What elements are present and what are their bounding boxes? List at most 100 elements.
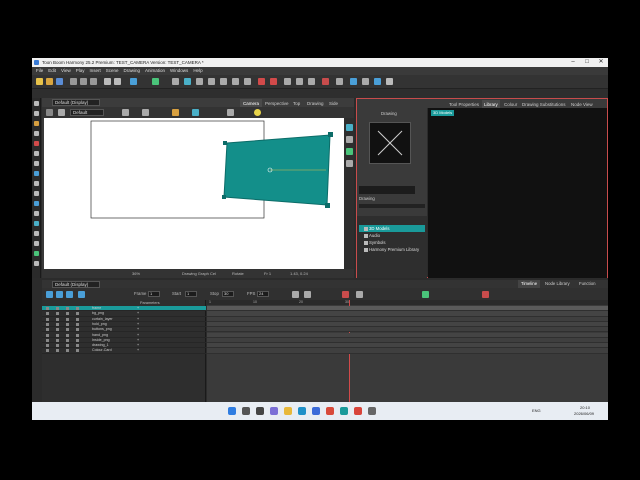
first-frame-icon[interactable] (46, 291, 53, 298)
layer-toggle-icon[interactable] (46, 349, 49, 353)
control-point[interactable] (328, 132, 333, 137)
layer-toggle-icon[interactable] (56, 322, 59, 326)
clock-time[interactable]: 20:10 (580, 405, 590, 410)
layer-toggle-icon[interactable] (66, 317, 69, 321)
rotate-icon[interactable] (296, 78, 303, 85)
transform-tool-icon[interactable] (34, 191, 39, 196)
media-icon[interactable] (354, 407, 362, 415)
play-icon[interactable] (56, 291, 63, 298)
edge-icon[interactable] (298, 407, 306, 415)
close-icon[interactable]: ✕ (594, 58, 608, 67)
add-layer-icon[interactable] (292, 291, 299, 298)
layer-toggle-icon[interactable] (76, 317, 79, 321)
safety-icon[interactable] (346, 160, 353, 167)
minimize-icon[interactable]: – (566, 58, 580, 67)
layer-toggle-icon[interactable] (46, 317, 49, 321)
tab-node-library[interactable]: Node Library (542, 280, 573, 288)
select-icon[interactable] (184, 78, 191, 85)
brush-tool-icon[interactable] (34, 121, 39, 126)
layer-toggle-icon[interactable] (46, 333, 49, 337)
node-icon[interactable] (350, 78, 357, 85)
layer-toggle-icon[interactable] (56, 338, 59, 342)
sound-icon[interactable] (78, 291, 85, 298)
layer-toggle-icon[interactable] (56, 307, 59, 310)
tab-function[interactable]: Function (576, 280, 598, 288)
preset-select[interactable]: Default (70, 109, 104, 116)
layer-toggle-icon[interactable] (76, 312, 79, 316)
layer-toggle-icon[interactable] (66, 338, 69, 342)
drawing-stage[interactable] (44, 118, 344, 269)
record-tl-icon[interactable] (482, 291, 489, 298)
zoom-level[interactable]: 36% (132, 269, 140, 278)
color-swatch-icon[interactable] (34, 251, 39, 256)
undo-icon[interactable] (104, 78, 111, 85)
tab-colour[interactable]: Colour (502, 100, 519, 108)
transform-icon[interactable] (172, 78, 179, 85)
keyframe-icon[interactable] (342, 291, 349, 298)
menu-play[interactable]: Play (76, 67, 85, 75)
paint-tool-icon[interactable] (34, 171, 39, 176)
dropper-tool-icon[interactable] (34, 181, 39, 186)
layer-toggle-icon[interactable] (76, 322, 79, 326)
frame-row[interactable] (207, 348, 608, 354)
deform-icon[interactable] (322, 78, 329, 85)
start-input[interactable]: 1 (185, 291, 197, 297)
menu-drawing[interactable]: Drawing (124, 67, 141, 75)
explorer-icon[interactable] (284, 407, 292, 415)
menu-icon[interactable] (46, 109, 53, 116)
onion-skin-tl-icon[interactable] (422, 291, 429, 298)
tree-item-harmony-premium-library[interactable]: Harmony Premium Library (359, 246, 425, 253)
drawing-thumbnail[interactable] (369, 122, 411, 164)
paste-icon[interactable] (90, 78, 97, 85)
menu-animation[interactable]: Animation (145, 67, 165, 75)
zoom-icon[interactable] (308, 78, 315, 85)
language-indicator[interactable]: ENG (532, 408, 541, 413)
layer-toggle-icon[interactable] (46, 307, 49, 310)
hand-tool-icon[interactable] (34, 241, 39, 246)
layer-toggle-icon[interactable] (66, 322, 69, 326)
layer-toggle-icon[interactable] (66, 312, 69, 316)
lock-icon[interactable] (172, 109, 179, 116)
control-point[interactable] (223, 141, 227, 145)
menu-windows[interactable]: Windows (170, 67, 188, 75)
reset-view-icon[interactable] (346, 124, 353, 131)
menu-file[interactable]: File (36, 67, 43, 75)
start-icon[interactable] (228, 407, 236, 415)
layer-toggle-icon[interactable] (76, 338, 79, 342)
contour-editor-icon[interactable] (34, 111, 39, 116)
gear-icon[interactable] (58, 109, 65, 116)
layer-toggle-icon[interactable] (66, 349, 69, 353)
layer-toggle-icon[interactable] (66, 333, 69, 337)
search-icon[interactable] (242, 407, 250, 415)
selected-folder-badge[interactable]: 3D Models (431, 110, 455, 116)
layer-toggle-icon[interactable] (76, 349, 79, 353)
pencil-icon[interactable] (208, 78, 215, 85)
layer-toggle-icon[interactable] (66, 307, 69, 310)
bone-icon[interactable] (336, 78, 343, 85)
tab-drawing[interactable]: Drawing (304, 99, 327, 107)
layer-toggle-icon[interactable] (56, 349, 59, 353)
frame-grid[interactable]: 1 10 20 30 (207, 300, 608, 406)
layer-toggle-icon[interactable] (76, 344, 79, 348)
tree-item-symbols[interactable]: Symbols (359, 239, 425, 246)
text-tool-icon[interactable] (34, 161, 39, 166)
grid-icon[interactable] (284, 78, 291, 85)
ease-icon[interactable] (356, 291, 363, 298)
rotate-tool-icon[interactable] (34, 221, 39, 226)
preferences-icon[interactable] (386, 78, 393, 85)
frame-input[interactable]: 1 (148, 291, 160, 297)
tab-tool-properties[interactable]: Tool Properties (447, 100, 481, 108)
select-tool-icon[interactable] (34, 101, 39, 106)
onion-icon[interactable] (142, 109, 149, 116)
library-content[interactable]: 3D Models (428, 108, 607, 278)
pencil-tool-icon[interactable] (34, 131, 39, 136)
tab-top[interactable]: Top (290, 99, 303, 107)
spline-tool-icon[interactable] (34, 261, 39, 266)
save-icon[interactable] (56, 78, 63, 85)
layer-toggle-icon[interactable] (56, 344, 59, 348)
text-tool-icon[interactable] (232, 78, 239, 85)
layer-toggle-icon[interactable] (46, 322, 49, 326)
layer-name[interactable]: Colour-Card (92, 348, 112, 353)
view-mode-select[interactable]: Default (Display) (52, 99, 100, 106)
grid-toggle-icon[interactable] (122, 109, 129, 116)
